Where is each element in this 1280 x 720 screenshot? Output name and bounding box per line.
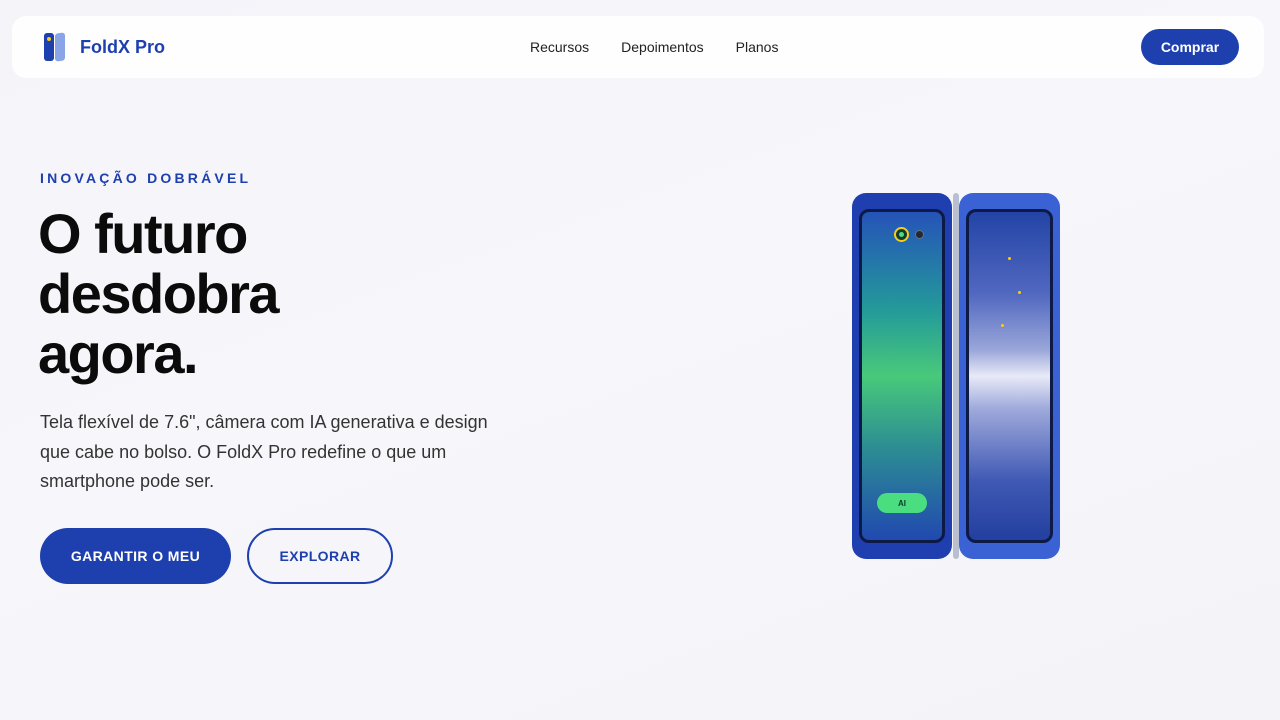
- star-icon: [1001, 324, 1004, 327]
- phone-left-screen: AI: [859, 209, 945, 543]
- headline-line-1: O futuro: [38, 202, 248, 265]
- explorar-button[interactable]: EXPLORAR: [247, 528, 393, 584]
- phone-right-panel: [959, 193, 1060, 559]
- hero-headline: O futuro desdobra agora.: [38, 204, 458, 384]
- headline-line-2: desdobra: [38, 262, 280, 325]
- buy-button[interactable]: Comprar: [1141, 29, 1239, 65]
- brand-name: FoldX Pro: [80, 36, 165, 57]
- ai-badge: AI: [877, 493, 927, 513]
- star-icon: [1018, 291, 1021, 294]
- camera-sensor-icon: [915, 230, 924, 239]
- hero-description: Tela flexível de 7.6", câmera com IA gen…: [40, 408, 500, 497]
- description-line-2: que cabe no bolso. O FoldX Pro redefine …: [40, 441, 447, 462]
- headline-line-3: agora.: [38, 322, 199, 385]
- main-nav: Recursos Depoimentos Planos: [530, 39, 778, 55]
- foldable-phone-illustration: AI: [852, 193, 1060, 559]
- star-icon: [1008, 257, 1011, 260]
- nav-link-planos[interactable]: Planos: [736, 39, 779, 55]
- brand-logo[interactable]: FoldX Pro: [44, 32, 165, 62]
- top-navbar: FoldX Pro Recursos Depoimentos Planos Co…: [12, 16, 1264, 78]
- phone-right-screen: [966, 209, 1053, 543]
- hero-eyebrow: INOVAÇÃO DOBRÁVEL: [40, 170, 252, 186]
- description-line-3: smartphone pode ser.: [40, 471, 215, 491]
- description-line-1: Tela flexível de 7.6", câmera com IA gen…: [40, 412, 488, 432]
- foldable-phone-logo-icon: [44, 32, 68, 62]
- nav-link-recursos[interactable]: Recursos: [530, 39, 589, 55]
- garantir-button[interactable]: GARANTIR O MEU: [40, 528, 231, 584]
- nav-link-depoimentos[interactable]: Depoimentos: [621, 39, 704, 55]
- camera-lens-icon: [894, 227, 909, 242]
- phone-left-panel: AI: [852, 193, 952, 559]
